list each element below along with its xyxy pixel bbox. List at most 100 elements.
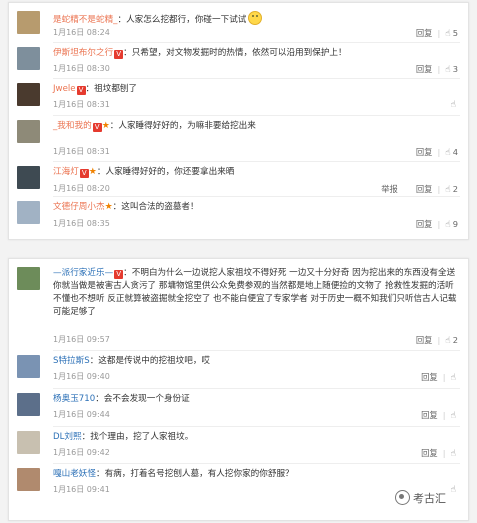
comment-time: 1月16日 09:41 bbox=[53, 485, 110, 494]
divider bbox=[53, 115, 460, 116]
vip-badge-icon: V bbox=[114, 50, 124, 59]
emoji-icon bbox=[248, 11, 263, 25]
avatar[interactable] bbox=[17, 431, 40, 454]
comment-time: 1月16日 08:20 bbox=[53, 184, 110, 193]
reply-button[interactable]: 回复 bbox=[421, 409, 438, 421]
comment-text: ：人家睡得好好的，为嘛非要给挖出来 bbox=[109, 121, 256, 131]
comment-text-line: _我和我的 V ★：人家睡得好好的，为嘛非要给挖出来 bbox=[53, 120, 460, 133]
separator: | bbox=[442, 372, 446, 382]
comment-text-line: DL刘熙：找个理由，挖了人家祖坟。 bbox=[53, 431, 460, 444]
star-badge-icon: ★ bbox=[101, 121, 110, 131]
vip-badge-icon: V bbox=[79, 169, 89, 178]
username-link[interactable]: Jwele bbox=[53, 84, 76, 94]
comment-text: ：人家怎么挖都行，你碰一下试试 bbox=[117, 15, 247, 25]
thumbs-up-icon: ☝ bbox=[445, 220, 451, 230]
separator: | bbox=[437, 64, 441, 74]
username-link[interactable]: 是蛇精不是蛇精_ bbox=[53, 15, 117, 25]
thumbs-up-icon: ☝ bbox=[450, 449, 456, 459]
like-button[interactable]: ☝ 2 bbox=[445, 184, 458, 195]
comment-actions: 举报 回复 | ☝ 2 bbox=[381, 183, 458, 195]
comment-text: ：这都是传说中的挖祖坟吧，哎 bbox=[89, 356, 211, 366]
comment-time: 1月16日 09:40 bbox=[53, 372, 110, 381]
avatar[interactable] bbox=[17, 267, 40, 290]
comment-text-line: 杨奥玉710：会不会发现一个身份证 bbox=[53, 393, 460, 406]
reply-button[interactable]: 回复 bbox=[416, 146, 433, 158]
comment-actions: ☝ bbox=[451, 484, 458, 495]
comment-actions: 回复 | ☝ 9 bbox=[416, 218, 458, 230]
comment-actions: 回复 | ☝ bbox=[421, 371, 458, 383]
username-link[interactable]: —派行家近乐— bbox=[53, 268, 113, 278]
like-button[interactable]: ☝ bbox=[451, 448, 458, 459]
divider bbox=[53, 350, 460, 351]
like-count: 5 bbox=[452, 28, 458, 38]
like-button[interactable]: ☝ 3 bbox=[445, 64, 458, 75]
avatar[interactable] bbox=[17, 468, 40, 491]
like-count: 2 bbox=[452, 335, 458, 345]
comment-panel-bottom: —派行家近乐— V ：不明白为什么一边说挖人家祖坟不得好死 一边又十分好奇 因为挖出… bbox=[8, 258, 469, 521]
separator: | bbox=[437, 335, 441, 345]
comment-text: ：只希望，对文物发掘时的热情，依然可以沿用到保护上！ bbox=[123, 48, 347, 58]
comment-actions: 回复 | ☝ bbox=[421, 447, 458, 459]
comment-time: 1月16日 08:31 bbox=[53, 100, 110, 109]
like-count: 4 bbox=[452, 147, 458, 157]
like-button[interactable]: ☝ 9 bbox=[445, 219, 458, 230]
like-button[interactable]: ☝ 4 bbox=[445, 147, 458, 158]
comment-text-line: S特拉斯S：这都是传说中的挖祖坟吧，哎 bbox=[53, 355, 460, 368]
thumbs-up-icon: ☝ bbox=[450, 100, 456, 110]
comment-text-line: 文德仔周小杰★：这叫合法的盗墓者！ bbox=[53, 201, 460, 214]
like-button[interactable]: ☝ 2 bbox=[445, 335, 458, 346]
comment-text: ：人家睡得好好的，你还要拿出来晒 bbox=[96, 167, 235, 177]
reply-button[interactable]: 回复 bbox=[421, 371, 438, 383]
comment-panel-top: 是蛇精不是蛇精_：人家怎么挖都行，你碰一下试试 1月16日 08:24 回复 | ☝ 5 伊… bbox=[8, 2, 469, 240]
reply-button[interactable]: 回复 bbox=[416, 183, 433, 195]
comment-actions: 回复 | ☝ 3 bbox=[416, 63, 458, 75]
avatar[interactable] bbox=[17, 83, 40, 106]
thumbs-up-icon: ☝ bbox=[445, 65, 451, 75]
avatar[interactable] bbox=[17, 166, 40, 189]
username-link[interactable]: 杨奥玉710 bbox=[53, 394, 95, 404]
avatar[interactable] bbox=[17, 393, 40, 416]
avatar[interactable] bbox=[17, 355, 40, 378]
divider bbox=[53, 388, 460, 389]
thumbs-up-icon: ☝ bbox=[445, 148, 451, 158]
like-count: 9 bbox=[452, 219, 458, 229]
report-link[interactable]: 举报 bbox=[381, 183, 398, 195]
username-link[interactable]: DL刘熙 bbox=[53, 432, 82, 442]
avatar[interactable] bbox=[17, 47, 40, 70]
avatar[interactable] bbox=[17, 11, 40, 34]
username-link[interactable]: 嘎山老妖怪 bbox=[53, 469, 96, 479]
comment-time: 1月16日 08:30 bbox=[53, 64, 110, 73]
reply-button[interactable]: 回复 bbox=[421, 447, 438, 459]
reply-button[interactable]: 回复 bbox=[416, 27, 433, 39]
wechat-logo-icon bbox=[395, 490, 410, 505]
separator: | bbox=[437, 147, 441, 157]
comment-actions: ☝ bbox=[451, 99, 458, 110]
username-link[interactable]: 江海灯 bbox=[53, 167, 79, 177]
star-badge-icon: ★ bbox=[104, 202, 113, 212]
thumbs-up-icon: ☝ bbox=[445, 336, 451, 346]
comment-text-line: 嘎山老妖怪：有病，打着名号挖刨人墓，有人挖你家的你舒服？ bbox=[53, 468, 460, 481]
reply-button[interactable]: 回复 bbox=[416, 334, 433, 346]
comment-actions: 回复 | ☝ bbox=[421, 409, 458, 421]
username-link[interactable]: 伊斯坦布尔之行 bbox=[53, 48, 113, 58]
watermark-text: 考古汇 bbox=[413, 492, 446, 505]
comment-time: 1月16日 09:44 bbox=[53, 410, 110, 419]
username-link[interactable]: S特拉斯S bbox=[53, 356, 90, 366]
reply-button[interactable]: 回复 bbox=[416, 63, 433, 75]
like-button[interactable]: ☝ bbox=[451, 484, 458, 495]
like-button[interactable]: ☝ bbox=[451, 99, 458, 110]
star-badge-icon: ★ bbox=[88, 167, 97, 177]
reply-button[interactable]: 回复 bbox=[416, 218, 433, 230]
like-button[interactable]: ☝ bbox=[451, 372, 458, 383]
divider bbox=[53, 161, 460, 162]
vip-badge-icon: V bbox=[92, 123, 102, 132]
like-button[interactable]: ☝ bbox=[451, 410, 458, 421]
comment-actions: 回复 | ☝ 2 bbox=[416, 334, 458, 346]
avatar[interactable] bbox=[17, 201, 40, 224]
thumbs-up-icon: ☝ bbox=[450, 373, 456, 383]
separator: | bbox=[442, 448, 446, 458]
username-link[interactable]: _我和我的 bbox=[53, 121, 92, 131]
username-link[interactable]: 文德仔周小杰 bbox=[53, 202, 105, 212]
avatar[interactable] bbox=[17, 120, 40, 143]
like-button[interactable]: ☝ 5 bbox=[445, 28, 458, 39]
